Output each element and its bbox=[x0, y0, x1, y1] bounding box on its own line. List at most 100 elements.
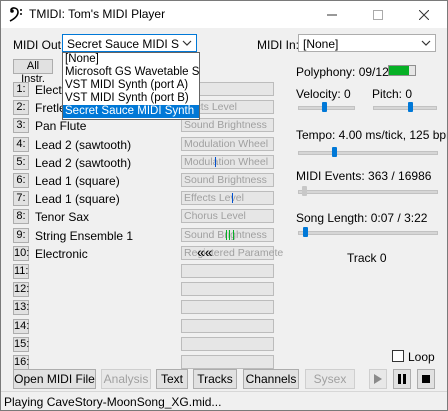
channel-row: 6: Lead 1 (square) Sound Brightness bbox=[13, 172, 283, 190]
channel-row: 14: bbox=[13, 318, 283, 336]
minimize-button[interactable] bbox=[309, 1, 355, 28]
song-length-label: Song Length: 0:07 / 3:22 bbox=[296, 211, 428, 225]
channel-number-button[interactable]: 11: bbox=[13, 264, 29, 279]
channel-row: 10: Electronic Registered Paramete bbox=[13, 245, 283, 263]
controller-label: Effects Level bbox=[184, 192, 244, 205]
midi-in-select[interactable]: [None] bbox=[298, 34, 436, 52]
channel-number-button[interactable]: 8: bbox=[13, 209, 29, 225]
channel-number-button[interactable]: 1: bbox=[13, 82, 29, 97]
channel-row: 8: Tenor Sax Chorus Level bbox=[13, 208, 283, 226]
channel-row: 12: bbox=[13, 281, 283, 299]
channel-number-button[interactable]: 6: bbox=[13, 173, 29, 188]
chevron-down-icon bbox=[182, 40, 192, 46]
channel-row: 3: Pan Flute Sound Brightness bbox=[13, 117, 283, 135]
channel-controller-gauge: Registered Paramete bbox=[181, 245, 283, 260]
open-midi-file-button[interactable]: Open MIDI File bbox=[13, 369, 96, 389]
window-title: TMIDI: Tom's MIDI Player bbox=[29, 7, 166, 21]
velocity-slider[interactable] bbox=[298, 102, 355, 112]
channel-number-button[interactable]: 3: bbox=[13, 118, 29, 134]
channel-number-button[interactable]: 5: bbox=[13, 154, 29, 170]
channel-instrument: String Ensemble 1 bbox=[35, 228, 134, 243]
song-position-slider-thumb[interactable] bbox=[302, 227, 308, 237]
channel-number-button[interactable]: 4: bbox=[13, 136, 29, 152]
polyphony-meter-fill bbox=[389, 66, 409, 75]
close-button[interactable] bbox=[401, 1, 447, 28]
midi-in-value: [None] bbox=[303, 37, 339, 51]
tempo-slider-thumb[interactable] bbox=[332, 147, 338, 157]
analysis-button[interactable]: Analysis bbox=[101, 369, 151, 389]
pitch-slider-thumb[interactable] bbox=[408, 102, 414, 112]
bass-clef-icon bbox=[9, 7, 22, 22]
channel-controller-gauge bbox=[181, 355, 274, 369]
pause-icon bbox=[398, 374, 406, 384]
channel-number-button[interactable]: 16: bbox=[13, 355, 29, 370]
status-bar: Playing CaveStory-MoonSong_XG.mid... bbox=[1, 391, 447, 410]
channel-row: 5: Lead 2 (sawtooth) Modulation Wheel bbox=[13, 154, 283, 172]
close-icon bbox=[419, 9, 429, 20]
controller-label: Chorus Level bbox=[184, 210, 246, 223]
channel-number-button[interactable]: 13: bbox=[13, 300, 29, 316]
velocity-label: Velocity: 0 bbox=[296, 87, 351, 101]
channel-controller-gauge: Sound Brightness bbox=[181, 118, 274, 133]
controller-label: Modulation Wheel bbox=[184, 137, 269, 150]
channel-controller-gauge bbox=[181, 264, 274, 278]
song-position-slider[interactable] bbox=[298, 227, 438, 237]
channel-controller-gauge bbox=[181, 318, 274, 333]
channel-instrument: Lead 1 (square) bbox=[35, 192, 120, 207]
tracks-button[interactable]: Tracks bbox=[193, 369, 237, 389]
velocity-slider-thumb[interactable] bbox=[321, 102, 327, 112]
tempo-label: Tempo: 4.00 ms/tick, 125 bpm bbox=[296, 128, 448, 142]
midi-out-dropdown-list[interactable]: [None] Microsoft GS Wavetable Sy VST MIDI … bbox=[62, 52, 200, 120]
channel-number-button[interactable]: 7: bbox=[13, 191, 29, 207]
channel-row: 11: bbox=[13, 263, 283, 281]
channel-row: 9: String Ensemble 1 Sound Brightness bbox=[13, 227, 283, 245]
tempo-slider[interactable] bbox=[298, 147, 438, 157]
text-button[interactable]: Text bbox=[156, 369, 188, 389]
sysex-button[interactable]: Sysex bbox=[305, 369, 355, 389]
channel-instrument: Lead 1 (square) bbox=[35, 174, 120, 188]
channel-number-button[interactable]: 12: bbox=[13, 282, 29, 298]
channel-row: 15: bbox=[13, 336, 283, 354]
dropdown-option[interactable]: Microsoft GS Wavetable Sy bbox=[63, 66, 199, 79]
pitch-slider[interactable] bbox=[373, 102, 437, 112]
play-button[interactable] bbox=[369, 369, 387, 389]
dropdown-option[interactable]: VST MIDI Synth (port A) bbox=[63, 79, 199, 92]
dropdown-option[interactable]: [None] bbox=[63, 53, 199, 66]
channel-controller-gauge: Effects Level bbox=[181, 191, 274, 206]
maximize-icon bbox=[373, 9, 383, 20]
loop-checkbox[interactable] bbox=[392, 350, 404, 362]
status-text: Playing CaveStory-MoonSong_XG.mid... bbox=[4, 395, 222, 409]
controller-level-mark bbox=[229, 229, 231, 240]
dropdown-option[interactable]: VST MIDI Synth (port B) bbox=[63, 92, 199, 105]
channel-row: 13: bbox=[13, 299, 283, 317]
pitch-label: Pitch: 0 bbox=[372, 87, 413, 101]
channel-controller-gauge bbox=[181, 300, 274, 315]
track-label: Track 0 bbox=[347, 251, 387, 265]
loop-label: Loop bbox=[408, 350, 435, 364]
dropdown-option[interactable]: Secret Sauce MIDI Synth bbox=[63, 105, 199, 118]
channel-number-button[interactable]: 15: bbox=[13, 336, 29, 352]
midi-out-select[interactable]: Secret Sauce MIDI Syr bbox=[62, 34, 197, 52]
channel-number-button[interactable]: 2: bbox=[13, 100, 29, 116]
controller-label: Sound Brightness bbox=[184, 119, 267, 132]
double-arrow-left-icon: «« bbox=[197, 243, 213, 260]
channels-button[interactable]: Channels bbox=[243, 369, 299, 389]
controller-level-mark bbox=[232, 193, 234, 204]
controller-level-mark bbox=[225, 229, 227, 240]
pause-button[interactable] bbox=[393, 369, 411, 389]
maximize-button[interactable] bbox=[355, 1, 401, 28]
midi-events-label: MIDI Events: 363 / 16986 bbox=[296, 169, 432, 183]
chevron-down-icon bbox=[421, 40, 431, 46]
title-bar: TMIDI: Tom's MIDI Player bbox=[1, 1, 447, 28]
midi-events-slider-thumb bbox=[301, 186, 307, 196]
minimize-icon bbox=[327, 14, 337, 15]
midi-in-label: MIDI In: bbox=[257, 38, 300, 52]
channel-number-button[interactable]: 10: bbox=[13, 245, 29, 261]
channel-number-button[interactable]: 9: bbox=[13, 227, 29, 243]
controller-level-mark bbox=[214, 156, 216, 167]
all-instr-button[interactable]: All Instr. bbox=[13, 59, 53, 85]
channel-controller-gauge bbox=[181, 282, 274, 297]
controller-level-mark bbox=[232, 229, 234, 240]
stop-button[interactable] bbox=[417, 369, 435, 389]
channel-number-button[interactable]: 14: bbox=[13, 318, 29, 334]
